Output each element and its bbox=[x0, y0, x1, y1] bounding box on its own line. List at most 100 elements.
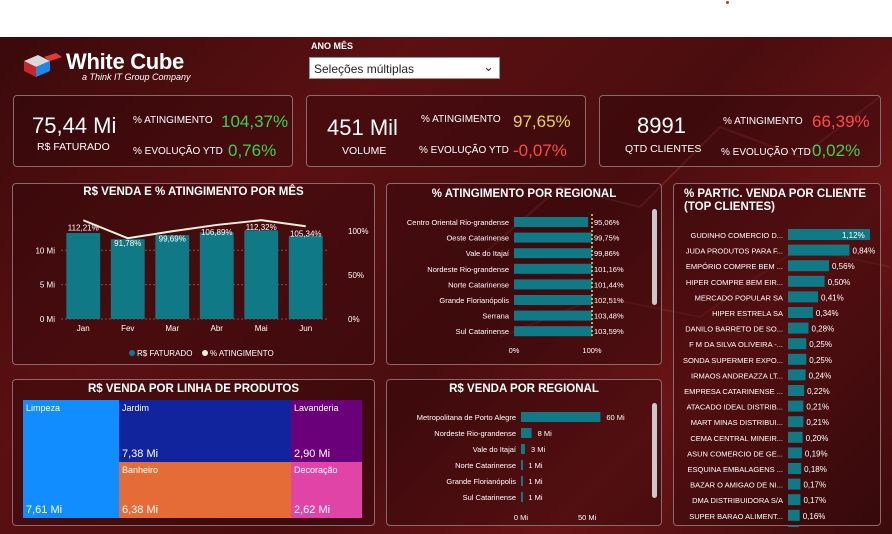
data-label: 3 Mi bbox=[531, 445, 546, 454]
bar-participacao bbox=[788, 525, 799, 527]
data-label: 0,18% bbox=[804, 465, 827, 474]
ating-label: % ATINGIMENTO bbox=[133, 115, 213, 126]
treemap-tile-banheiro[interactable]: Banheiro 6,38 Mi bbox=[119, 462, 291, 518]
dropdown-value: Seleções múltiplas bbox=[314, 62, 415, 76]
bar-participacao bbox=[788, 431, 803, 443]
category-label: EMPÓRIO COMPRE BEM ... bbox=[686, 262, 783, 271]
category-label: Centro Oriental Rio-grandense bbox=[407, 218, 509, 227]
ating-label: % ATINGIMENTO bbox=[723, 116, 803, 127]
ating-value: 97,65% bbox=[513, 112, 571, 131]
bar-participacao bbox=[788, 291, 819, 303]
data-label: 0,17% bbox=[803, 481, 826, 490]
data-label: 0,19% bbox=[805, 449, 828, 458]
x-tick-label: Mai bbox=[255, 324, 268, 333]
evol-value: 0,76% bbox=[228, 141, 277, 160]
y-tick-label: 0 Mi bbox=[40, 315, 55, 324]
bar-participacao bbox=[788, 353, 807, 365]
category-label: DMA DISTRIBUIDORA S/A bbox=[692, 496, 783, 505]
category-label: BAZAR O AMIGAO DE NI... bbox=[690, 481, 783, 490]
category-label: Grande Florianópolis bbox=[446, 477, 516, 486]
bar-atingimento bbox=[514, 279, 592, 290]
bar-faturado bbox=[288, 235, 323, 319]
tile-value: 6,38 Mi bbox=[122, 504, 159, 516]
kpi-card-clientes: 8991 QTD CLIENTES % ATINGIMENTO 66,39% %… bbox=[599, 95, 881, 167]
scrollbar[interactable] bbox=[652, 403, 657, 498]
category-label: Vale do Itajaí bbox=[473, 445, 517, 454]
data-label: 101,44% bbox=[594, 280, 624, 289]
tile-value: 7,38 Mi bbox=[122, 448, 159, 460]
y-tick-label: 5 Mi bbox=[40, 281, 55, 290]
line-data-label: 112,32% bbox=[246, 223, 277, 232]
category-label: Oeste Catarinense bbox=[446, 234, 509, 243]
chevron-down-icon[interactable]: ⌄ bbox=[483, 59, 494, 75]
treemap-tile-limpeza[interactable]: Limpeza 7,61 Mi bbox=[23, 400, 119, 518]
ating-value: 66,39% bbox=[812, 112, 870, 131]
panel-top-clientes: % PARTIC. VENDA POR CLIENTE (TOP CLIENTE… bbox=[673, 183, 881, 527]
bar-venda bbox=[521, 428, 532, 438]
category-label: Grande Florianópolis bbox=[439, 296, 509, 305]
kpi-label: VOLUME bbox=[342, 145, 387, 157]
x-tick-label: 50 Mi bbox=[578, 513, 597, 522]
data-label: 0,50% bbox=[828, 278, 851, 287]
scrollbar[interactable] bbox=[652, 209, 657, 305]
data-label: 0,84% bbox=[853, 247, 876, 256]
ating-label: % ATINGIMENTO bbox=[421, 114, 501, 125]
legend-label: R$ FATURADO bbox=[137, 349, 192, 358]
evol-label: % EVOLUÇÃO YTD bbox=[133, 146, 223, 157]
category-label: ATACADO IDEAL DISTRIB... bbox=[686, 403, 783, 412]
ating-value: 104,37% bbox=[221, 112, 289, 131]
data-label: 102,51% bbox=[594, 296, 624, 305]
bar-atingimento bbox=[514, 295, 592, 305]
category-label: HIPER COMPRE BEM EIR... bbox=[686, 278, 783, 287]
treemap-tile-jardim[interactable]: Jardim 7,38 Mi bbox=[119, 400, 291, 462]
bar-atingimento bbox=[514, 217, 589, 227]
evol-label: % EVOLUÇÃO YTD bbox=[721, 147, 811, 158]
bar-participacao bbox=[788, 307, 813, 318]
bar-atingimento bbox=[514, 310, 592, 321]
data-label: 95,06% bbox=[594, 218, 620, 227]
kpi-value: 75,44 Mi bbox=[32, 113, 117, 138]
kpi-value: 8991 bbox=[637, 113, 686, 138]
category-label: JUDA PRODUTOS PARA F... bbox=[686, 247, 783, 256]
x-tick-label: Mar bbox=[165, 324, 179, 333]
bar-participacao bbox=[788, 244, 850, 256]
line-data-label: 106,89% bbox=[201, 228, 233, 237]
data-label: 1 Mi bbox=[528, 477, 543, 486]
tile-value: 2,62 Mi bbox=[294, 504, 331, 516]
data-label: 1,12% bbox=[842, 231, 865, 240]
bar-venda bbox=[521, 476, 523, 486]
tile-name: Decoração bbox=[294, 465, 338, 475]
bar-participacao bbox=[788, 260, 829, 272]
x-tick-label: Jun bbox=[299, 324, 312, 333]
bar-atingimento bbox=[514, 326, 592, 337]
bar-faturado bbox=[155, 235, 190, 319]
treemap-tile-decoracao[interactable]: Decoração 2,62 Mi bbox=[291, 462, 362, 518]
category-label: DANILO BARRETO DE SO... bbox=[685, 325, 783, 334]
kpi-card-faturado: 75,44 Mi R$ FATURADO % ATINGIMENTO 104,3… bbox=[13, 95, 293, 167]
tile-value: 7,61 Mi bbox=[26, 504, 63, 516]
category-label: F M DA SILVA OLIVEIRA -... bbox=[689, 340, 783, 349]
tile-value: 2,90 Mi bbox=[294, 448, 331, 460]
data-label: 60 Mi bbox=[606, 413, 625, 422]
kpi-value: 451 Mil bbox=[327, 115, 398, 140]
treemap-tile-lavanderia[interactable]: Lavanderia 2,90 Mi bbox=[291, 400, 362, 462]
line-data-label: 91,78% bbox=[114, 239, 141, 248]
bar-participacao bbox=[788, 400, 804, 412]
x-tick-label: 0% bbox=[509, 346, 520, 355]
data-label: 0,21% bbox=[806, 403, 829, 412]
brand-tagline: a Think IT Group Company bbox=[82, 72, 191, 82]
bar-faturado bbox=[66, 233, 101, 319]
category-label: HIPER ESTRELA SA bbox=[712, 309, 783, 318]
category-label: MART MINAS DISTRIBUI... bbox=[691, 418, 783, 427]
legend-swatch-faturado bbox=[129, 350, 135, 356]
red-dot-marker bbox=[726, 1, 729, 4]
kpi-label: QTD CLIENTES bbox=[625, 143, 702, 155]
data-label: 1 Mi bbox=[528, 461, 543, 470]
data-label: 0,25% bbox=[809, 340, 832, 349]
bar-participacao bbox=[788, 463, 802, 474]
bar-atingimento bbox=[514, 248, 592, 259]
data-label: 0,34% bbox=[816, 309, 839, 318]
ano-mes-dropdown[interactable]: Seleções múltiplas ⌄ bbox=[309, 57, 500, 79]
bar-venda bbox=[521, 460, 523, 470]
category-label: ASUN COMERCIO DE GE... bbox=[687, 449, 783, 458]
